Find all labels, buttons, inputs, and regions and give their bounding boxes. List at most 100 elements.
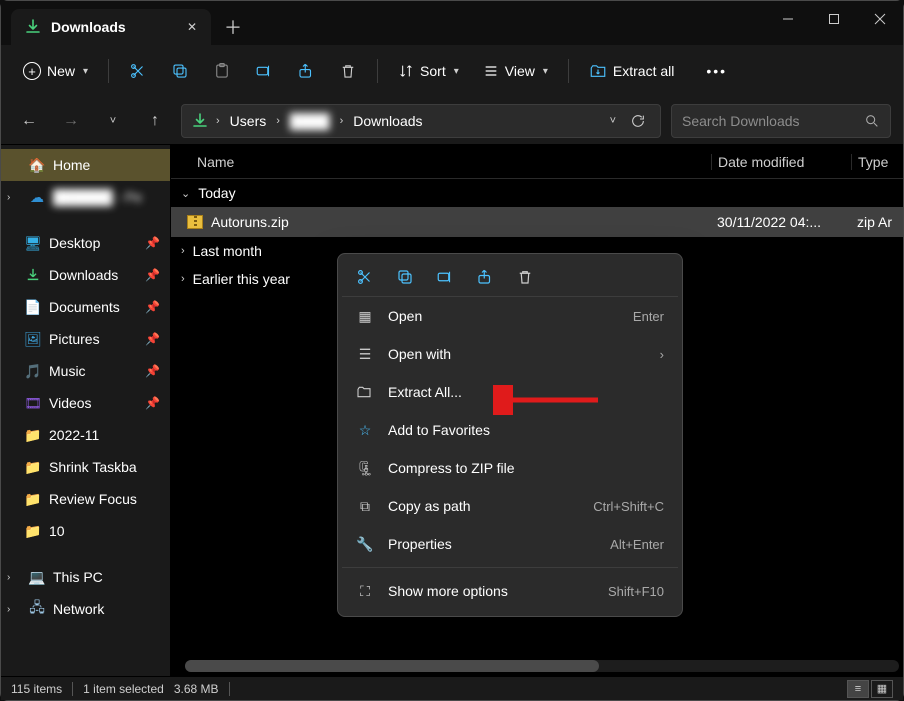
tab-downloads[interactable]: Downloads ✕ [11, 9, 211, 45]
sidebar-item-downloads[interactable]: Downloads 📌 [1, 259, 170, 291]
chevron-right-icon[interactable]: › [7, 604, 10, 615]
details-view-button[interactable]: ≡ [847, 680, 869, 698]
sidebar-item-folder-3[interactable]: 📁 Review Focus [1, 483, 170, 515]
minimize-button[interactable] [765, 1, 811, 37]
context-menu: ▦ Open Enter ☰ Open with › Extract All..… [337, 253, 683, 617]
forward-button[interactable]: → [55, 105, 87, 137]
maximize-button[interactable] [811, 1, 857, 37]
sort-icon [398, 63, 414, 79]
breadcrumb-users[interactable]: Users [224, 109, 273, 133]
refresh-button[interactable] [630, 113, 646, 129]
column-name[interactable]: Name [171, 154, 711, 170]
pictures-icon: 🖼 [25, 331, 41, 347]
folder-icon: 📁 [25, 523, 41, 539]
window-controls [765, 1, 903, 45]
horizontal-scrollbar[interactable] [185, 660, 899, 672]
sidebar-item-music[interactable]: 🎵 Music 📌 [1, 355, 170, 387]
scrollbar-thumb[interactable] [185, 660, 599, 672]
open-with-icon: ☰ [356, 346, 374, 363]
desktop-icon: 🖥 [25, 235, 41, 251]
chevron-right-icon[interactable]: › [276, 115, 280, 127]
rename-icon[interactable] [436, 268, 454, 286]
star-icon: ☆ [356, 422, 374, 439]
downloads-icon [25, 267, 41, 283]
new-tab-button[interactable]: ＋ [215, 9, 251, 45]
sidebar-item-documents[interactable]: 📄 Documents 📌 [1, 291, 170, 323]
chevron-right-icon[interactable]: › [340, 115, 344, 127]
more-icon: ••• [706, 63, 727, 79]
delete-button[interactable] [329, 56, 367, 86]
breadcrumb-user[interactable]: ████ [284, 109, 336, 133]
column-date[interactable]: Date modified [711, 154, 851, 170]
pc-icon: 💻 [29, 569, 45, 585]
sidebar-item-desktop[interactable]: 🖥 Desktop 📌 [1, 227, 170, 259]
share-icon[interactable] [476, 268, 494, 286]
cut-button[interactable] [119, 56, 157, 86]
file-row[interactable]: Autoruns.zip 30/11/2022 04:... zip Ar [171, 207, 903, 237]
close-window-button[interactable] [857, 1, 903, 37]
zip-file-icon [187, 215, 203, 229]
pin-icon: 📌 [145, 332, 160, 346]
back-button[interactable]: ← [13, 105, 45, 137]
sort-button[interactable]: Sort ▾ [388, 57, 469, 85]
sidebar-item-onedrive[interactable]: › ☁ ██████ - Pe [1, 181, 170, 213]
status-bar: 115 items 1 item selected 3.68 MB ≡ ▦ [1, 676, 903, 700]
ctx-copy-path[interactable]: ⧉ Copy as path Ctrl+Shift+C [342, 487, 678, 525]
pin-icon: 📌 [145, 268, 160, 282]
ctx-compress[interactable]: 🗜 Compress to ZIP file [342, 449, 678, 487]
ctx-extract-all[interactable]: Extract All... [342, 373, 678, 411]
extract-icon [356, 384, 374, 400]
sidebar-item-home[interactable]: 🏠 Home [1, 149, 170, 181]
folder-icon: 📁 [25, 427, 41, 443]
ctx-properties[interactable]: 🔧 Properties Alt+Enter [342, 525, 678, 563]
cloud-icon: ☁ [29, 189, 45, 205]
address-bar[interactable]: › Users › ████ › Downloads ˅ [181, 104, 661, 138]
paste-button[interactable] [203, 56, 241, 86]
ctx-open[interactable]: ▦ Open Enter [342, 297, 678, 335]
toolbar: + New ▾ Sort ▾ View ▾ Extrac [1, 45, 903, 97]
chevron-right-icon[interactable]: › [7, 192, 10, 203]
downloads-icon [188, 113, 212, 129]
sidebar-item-folder-2[interactable]: 📁 Shrink Taskba [1, 451, 170, 483]
sidebar-item-folder-1[interactable]: 📁 2022-11 [1, 419, 170, 451]
group-today[interactable]: ⌄ Today [171, 179, 903, 207]
chevron-down-icon[interactable]: ˅ [610, 115, 616, 127]
sidebar-item-this-pc[interactable]: › 💻 This PC [1, 561, 170, 593]
file-date: 30/11/2022 04:... [711, 214, 851, 230]
copy-path-icon: ⧉ [356, 498, 374, 515]
column-type[interactable]: Type [851, 154, 903, 170]
pin-icon: 📌 [145, 236, 160, 250]
copy-button[interactable] [161, 56, 199, 86]
videos-icon: 🎞 [25, 395, 41, 411]
up-button[interactable]: ↑ [139, 105, 171, 137]
new-button[interactable]: + New ▾ [13, 56, 98, 86]
sidebar-item-pictures[interactable]: 🖼 Pictures 📌 [1, 323, 170, 355]
more-button[interactable]: ••• [696, 57, 737, 85]
thumbnails-view-button[interactable]: ▦ [871, 680, 893, 698]
view-icon [483, 63, 499, 79]
sidebar-item-network[interactable]: › 🖧 Network [1, 593, 170, 625]
recent-button[interactable]: ˅ [97, 105, 129, 137]
ctx-show-more[interactable]: ⛶ Show more options Shift+F10 [342, 572, 678, 610]
properties-icon: 🔧 [356, 536, 374, 553]
chevron-right-icon[interactable]: › [7, 572, 10, 583]
extract-all-button[interactable]: Extract all [579, 56, 684, 86]
share-button[interactable] [287, 56, 325, 86]
zip-icon: 🗜 [356, 460, 374, 477]
ctx-open-with[interactable]: ☰ Open with › [342, 335, 678, 373]
delete-icon[interactable] [516, 268, 534, 286]
close-tab-icon[interactable]: ✕ [187, 20, 197, 34]
view-button[interactable]: View ▾ [473, 57, 558, 85]
rename-button[interactable] [245, 56, 283, 86]
pin-icon: 📌 [145, 364, 160, 378]
chevron-right-icon[interactable]: › [216, 115, 220, 127]
ctx-add-favorites[interactable]: ☆ Add to Favorites [342, 411, 678, 449]
breadcrumb-downloads[interactable]: Downloads [347, 109, 428, 133]
status-selected: 1 item selected [83, 682, 164, 696]
status-size: 3.68 MB [174, 682, 219, 696]
search-input[interactable]: Search Downloads [671, 104, 891, 138]
sidebar-item-videos[interactable]: 🎞 Videos 📌 [1, 387, 170, 419]
cut-icon[interactable] [356, 268, 374, 286]
copy-icon[interactable] [396, 268, 414, 286]
sidebar-item-folder-4[interactable]: 📁 10 [1, 515, 170, 547]
